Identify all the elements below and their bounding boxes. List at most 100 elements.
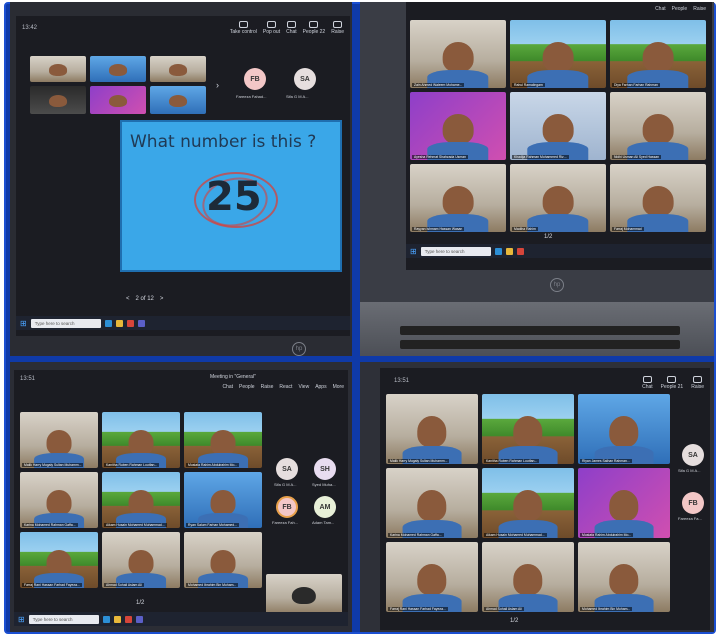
participant-name: Rayyan Ishmam Hassan Wasan xyxy=(412,227,465,231)
participant-tile[interactable]: Zain Ahmed Waleem Mohame... xyxy=(410,20,506,88)
raise-hand-button[interactable]: Raise xyxy=(691,376,704,390)
hp-logo-icon: hp xyxy=(292,342,306,356)
teams-icon[interactable] xyxy=(137,319,145,327)
avatar[interactable]: AM xyxy=(314,496,336,518)
avatar[interactable]: FB xyxy=(276,496,298,518)
participant-tile[interactable] xyxy=(150,86,206,114)
chevron-right-icon[interactable]: › xyxy=(216,80,219,90)
participant-tile[interactable]: Kanitha Ruben Rahman Loutfan... xyxy=(102,412,180,468)
edge-icon[interactable] xyxy=(102,615,110,623)
participant-tile[interactable]: Khadija Rahman Mohammed Riz... xyxy=(510,92,606,160)
people-button[interactable]: People xyxy=(239,384,255,390)
next-slide-button[interactable]: > xyxy=(160,296,164,302)
participant-tile[interactable] xyxy=(90,86,146,114)
participant-tile[interactable]: Malik Harry Mugaly Sultan Muhamm... xyxy=(20,412,98,468)
avatar[interactable]: FB xyxy=(682,492,704,514)
participant-face xyxy=(128,489,154,515)
chat-button[interactable]: Chat xyxy=(642,376,653,390)
participant-tile[interactable] xyxy=(30,86,86,114)
participant-tile[interactable]: Aikam Husain Mohamed Muhammad... xyxy=(482,468,574,538)
folder-icon[interactable] xyxy=(505,247,513,255)
participant-tile[interactable]: Rahul Ramalingam xyxy=(510,20,606,88)
raise-hand-button[interactable]: Raise xyxy=(331,21,344,35)
windows-start-icon[interactable]: ⊞ xyxy=(410,247,417,256)
chrome-icon[interactable] xyxy=(516,247,524,255)
participant-tile[interactable]: Nidhi Usman Ali Syed Hassan xyxy=(610,92,706,160)
chat-button[interactable]: Chat xyxy=(655,6,666,12)
participant-tile[interactable]: Ryan Salum Farhan Mohamed... xyxy=(184,472,262,528)
slide-counter: 2 of 12 xyxy=(135,296,154,302)
take-control-button[interactable]: Take control xyxy=(230,21,257,35)
people-button[interactable]: People xyxy=(672,6,688,12)
participant-tile[interactable]: Riyan James Salhan Rahman... xyxy=(578,394,670,464)
taskbar-search-input[interactable]: Type here to search xyxy=(420,246,491,256)
avatar[interactable]: SH xyxy=(314,458,336,480)
participant-face xyxy=(442,113,474,144)
prev-slide-button[interactable]: < xyxy=(126,296,130,302)
folder-icon[interactable] xyxy=(115,319,123,327)
edge-icon[interactable] xyxy=(104,319,112,327)
participant-name: Ryan Salum Farhan Mohamed... xyxy=(186,523,239,527)
participant-tile[interactable]: Aikam Husain Mohamed Muhammad... xyxy=(102,472,180,528)
taskbar-search-input[interactable]: Type here to search xyxy=(28,614,99,624)
participant-tile[interactable]: Mohamed Ibrahim Bin Muham... xyxy=(578,542,670,612)
participant-tile[interactable]: Farraj Mohammad xyxy=(610,164,706,232)
participant-tile[interactable]: Mohamed Ibrahim Bin Muham... xyxy=(184,532,262,588)
participant-tile[interactable]: Diya Farhan Farhan Rahman xyxy=(610,20,706,88)
participant-tile[interactable] xyxy=(266,574,342,614)
react-button[interactable]: React xyxy=(279,384,292,390)
windows-start-icon[interactable]: ⊞ xyxy=(20,319,27,328)
chrome-icon[interactable] xyxy=(124,615,132,623)
windows-taskbar: ⊞ Type here to search xyxy=(14,612,348,626)
participant-face xyxy=(109,64,127,76)
chrome-icon[interactable] xyxy=(126,319,134,327)
participant-tile[interactable]: Farraj Rani Hassan Farhad Fayeza... xyxy=(20,532,98,588)
participant-face xyxy=(513,564,543,596)
people-button[interactable]: People 22 xyxy=(303,21,325,35)
participant-tile[interactable]: Farraj Rani Hassan Farhad Fayeza... xyxy=(386,542,478,612)
participant-face xyxy=(609,564,639,596)
avatar[interactable]: SA xyxy=(276,458,298,480)
folder-icon[interactable] xyxy=(113,615,121,623)
pop-out-button[interactable]: Pop out xyxy=(263,21,280,35)
chat-button[interactable]: Chat xyxy=(222,384,233,390)
view-button[interactable]: View xyxy=(298,384,309,390)
people-button[interactable]: People 21 xyxy=(661,376,684,390)
chat-icon xyxy=(642,376,652,383)
participant-tile[interactable]: Mustafa Rahim Abdulrahim Mo... xyxy=(578,468,670,538)
more-button[interactable]: More xyxy=(333,384,344,390)
participant-tile[interactable] xyxy=(90,56,146,82)
participant-tile[interactable]: Mustafa Rahim Abdulrahim Mo... xyxy=(184,412,262,468)
windows-start-icon[interactable]: ⊞ xyxy=(18,615,25,624)
participant-name: Aikam Husain Mohamed Muhammad... xyxy=(484,533,547,537)
avatar[interactable]: FB xyxy=(244,68,266,90)
edge-icon[interactable] xyxy=(494,247,502,255)
raise-hand-button[interactable]: Raise xyxy=(693,6,706,12)
photo-panel-2: Chat People Raise Zain Ahmed Waleem Moha… xyxy=(360,2,714,356)
participant-tile[interactable]: Karina Mohamed Rahman Gaffa... xyxy=(386,468,478,538)
grid-pager[interactable]: 1/2 xyxy=(544,234,552,240)
apps-button[interactable]: Apps xyxy=(315,384,326,390)
participant-tile[interactable] xyxy=(30,56,86,82)
participant-tile[interactable]: Malik Harry Mugaly Sultan Muhamm... xyxy=(386,394,478,464)
participant-tile[interactable]: Madiha Rahim xyxy=(510,164,606,232)
participant-tile[interactable]: Ayesha Rehmat Shahzada Usman xyxy=(410,92,506,160)
teams-icon[interactable] xyxy=(135,615,143,623)
participant-name: Malik Harry Mugaly Sultan Muhamm... xyxy=(388,459,450,463)
people-count: 21 xyxy=(677,384,684,390)
participant-tile[interactable]: Karina Mohamed Rahman Gaffa... xyxy=(20,472,98,528)
participant-tile[interactable]: Rayyan Ishmam Hassan Wasan xyxy=(410,164,506,232)
taskbar-search-input[interactable]: Type here to search xyxy=(30,318,101,328)
participant-tile[interactable]: Kanitha Ruben Rahman Loutfan... xyxy=(482,394,574,464)
grid-pager[interactable]: 1/2 xyxy=(510,618,518,624)
participant-name: Farraj Rani Hassan Farhad Fayeza... xyxy=(388,607,448,611)
avatar[interactable]: SA xyxy=(294,68,316,90)
avatar[interactable]: SA xyxy=(682,444,704,466)
raise-hand-button[interactable]: Raise xyxy=(261,384,274,390)
chat-button[interactable]: Chat xyxy=(286,21,297,35)
participant-tile[interactable] xyxy=(150,56,206,82)
participant-tile[interactable]: Ahmad Sohail Aslam Ali xyxy=(102,532,180,588)
grid-pager[interactable]: 1/2 xyxy=(136,600,144,606)
clock: 13:51 xyxy=(20,376,36,382)
participant-tile[interactable]: Ahmad Sohail Aslam Ali xyxy=(482,542,574,612)
